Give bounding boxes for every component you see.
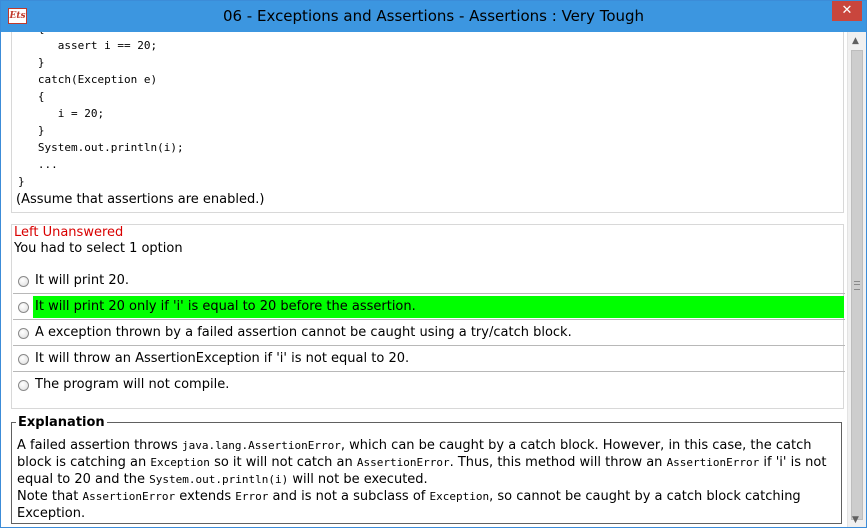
code-panel: { assert i == 20; } catch(Exception e) {…: [11, 32, 844, 213]
quiz-window: Ets 06 - Exceptions and Assertions - Ass…: [0, 0, 867, 528]
title-bar[interactable]: Ets 06 - Exceptions and Assertions - Ass…: [1, 1, 866, 32]
option-label: It will print 20.: [35, 273, 130, 288]
scrollbar-thumb[interactable]: [851, 50, 863, 520]
explanation-heading: Explanation: [16, 415, 107, 430]
answer-status: Left Unanswered: [14, 225, 124, 240]
assumption-note: (Assume that assertions are enabled.): [16, 192, 265, 207]
option-label: It will throw an AssertionException if '…: [35, 351, 410, 366]
option-5[interactable]: The program will not compile.: [13, 373, 845, 398]
option-label: The program will not compile.: [35, 377, 230, 392]
radio-button-option-5[interactable]: [18, 380, 29, 391]
option-1[interactable]: It will print 20.: [13, 269, 845, 294]
answer-panel: Left Unanswered You had to select 1 opti…: [11, 224, 845, 409]
explanation-text: A failed assertion throws java.lang.Asse…: [17, 437, 837, 522]
grip-icon: [854, 281, 860, 290]
explanation-paragraph-2: Note that AssertionError extends Error a…: [17, 489, 801, 521]
radio-button-option-3[interactable]: [18, 328, 29, 339]
window-title: 06 - Exceptions and Assertions - Asserti…: [222, 7, 645, 25]
question-content: { assert i == 20; } catch(Exception e) {…: [1, 32, 848, 527]
option-label: A exception thrown by a failed assertion…: [35, 325, 572, 340]
radio-button-option-4[interactable]: [18, 354, 29, 365]
scroll-down-arrow-icon[interactable]: ▼: [852, 515, 859, 525]
option-label: It will print 20 only if 'i' is equal to…: [35, 299, 416, 314]
explanation-paragraph-1: A failed assertion throws java.lang.Asse…: [17, 438, 827, 487]
explanation-box: Explanation A failed assertion throws ja…: [11, 415, 842, 524]
vertical-scrollbar[interactable]: ▲ ▼: [847, 32, 866, 527]
scroll-up-arrow-icon[interactable]: ▲: [852, 36, 859, 46]
option-4[interactable]: It will throw an AssertionException if '…: [13, 347, 845, 372]
close-button[interactable]: ✕: [832, 1, 862, 21]
radio-button-option-2[interactable]: [18, 302, 29, 313]
option-3[interactable]: A exception thrown by a failed assertion…: [13, 321, 845, 346]
option-2-correct[interactable]: It will print 20 only if 'i' is equal to…: [13, 295, 845, 320]
radio-button-option-1[interactable]: [18, 276, 29, 287]
selection-instruction: You had to select 1 option: [14, 241, 183, 256]
code-snippet: { assert i == 20; } catch(Exception e) {…: [18, 32, 184, 188]
